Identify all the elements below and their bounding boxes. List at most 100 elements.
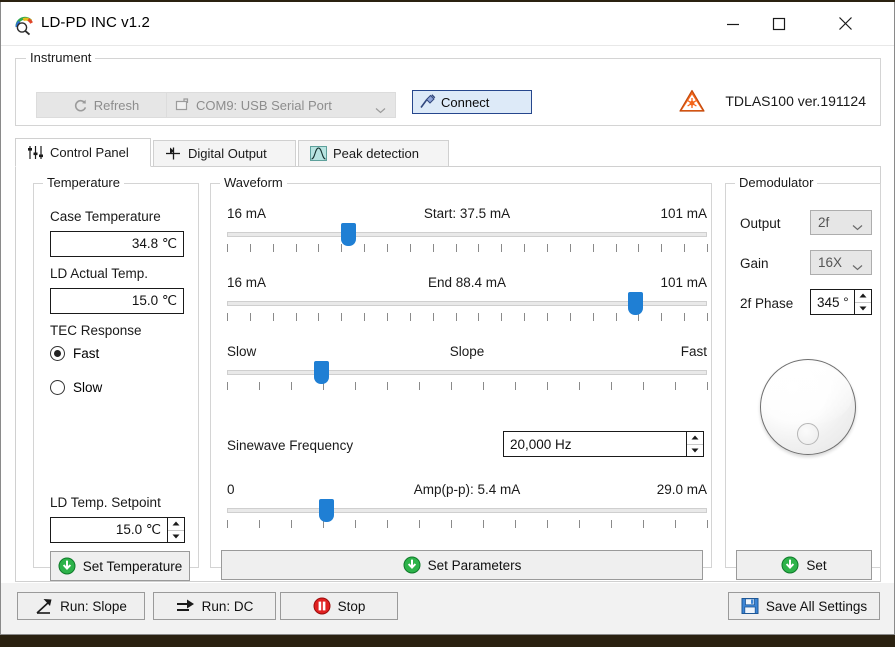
radio-unselected-icon xyxy=(50,380,65,395)
stepper-up-icon[interactable] xyxy=(687,432,703,445)
chevron-down-icon xyxy=(852,259,863,274)
tab-control-panel-label: Control Panel xyxy=(50,145,129,160)
radio-selected-icon xyxy=(50,346,65,361)
output-label: Output xyxy=(740,216,781,231)
end-slider-thumb[interactable] xyxy=(628,292,643,315)
download-green-icon xyxy=(58,557,76,575)
tab-digital-output[interactable]: Digital Output xyxy=(153,140,296,167)
start-slider-thumb[interactable] xyxy=(341,223,356,246)
minimize-icon[interactable] xyxy=(710,2,756,45)
output-select[interactable]: 2f xyxy=(810,210,872,235)
window-title: LD-PD INC v1.2 xyxy=(41,14,150,31)
peak-graph-icon xyxy=(310,146,327,161)
connect-button[interactable]: Connect xyxy=(412,90,532,114)
refresh-label: Refresh xyxy=(94,98,140,113)
application-window: LD-PD INC v1.2 Instrument Refresh xyxy=(0,2,895,635)
knob-gloss xyxy=(766,364,852,424)
title-bar: LD-PD INC v1.2 xyxy=(1,2,894,46)
arrow-right-dc-icon xyxy=(176,598,195,615)
stepper-down-icon[interactable] xyxy=(168,531,184,543)
set-temperature-button[interactable]: Set Temperature xyxy=(50,551,190,581)
demodulator-set-button[interactable]: Set xyxy=(736,550,872,580)
serial-port-value: COM9: USB Serial Port xyxy=(196,98,332,113)
phase-stepper[interactable] xyxy=(855,289,872,315)
end-current-slider[interactable]: 16 mA End 88.4 mA 101 mA xyxy=(227,275,707,323)
ld-temp-setpoint-label: LD Temp. Setpoint xyxy=(50,495,161,510)
chevron-down-icon xyxy=(852,219,863,234)
knob-indicator xyxy=(797,423,819,445)
waveform-legend: Waveform xyxy=(220,175,287,190)
sinewave-frequency-stepper[interactable] xyxy=(687,431,704,457)
tab-peak-detection[interactable]: Peak detection xyxy=(298,140,449,167)
demodulator-group: Demodulator Output 2f Gain 16X 2f Phase … xyxy=(725,183,881,568)
refresh-icon xyxy=(73,98,88,113)
sinewave-frequency-input[interactable]: 20,000 Hz xyxy=(503,431,687,457)
start-slider-ticks xyxy=(227,244,707,253)
slope-slider[interactable]: Slow Slope Fast xyxy=(227,344,707,392)
stepper-down-icon[interactable] xyxy=(687,445,703,457)
amp-slider-track[interactable] xyxy=(227,508,707,513)
demodulator-legend: Demodulator xyxy=(735,175,817,190)
amp-slider-ticks xyxy=(227,520,707,529)
stop-button[interactable]: Stop xyxy=(280,592,398,620)
tec-response-radio-slow[interactable]: Slow xyxy=(50,380,102,395)
stepper-up-icon[interactable] xyxy=(168,518,184,531)
tab-strip: Control Panel Digital Output Peak detect… xyxy=(15,140,881,167)
start-slider-track[interactable] xyxy=(227,232,707,237)
sinewave-frequency-label: Sinewave Frequency xyxy=(227,438,353,453)
chevron-down-icon xyxy=(375,102,386,117)
ld-actual-temp-label: LD Actual Temp. xyxy=(50,266,148,281)
tab-peak-detection-label: Peak detection xyxy=(333,146,419,161)
stepper-up-icon[interactable] xyxy=(855,290,871,303)
instrument-panel: Instrument Refresh COM9: USB Serial Port xyxy=(15,58,881,126)
plug-icon xyxy=(419,94,436,110)
slope-slider-ticks xyxy=(227,382,707,391)
slope-value-label: Slope xyxy=(450,344,485,359)
phase-input[interactable]: 345 ° xyxy=(810,289,855,315)
phase-knob[interactable] xyxy=(760,359,856,455)
bottom-toolbar: Run: Slope Run: DC Stop xyxy=(1,583,894,634)
gain-label: Gain xyxy=(740,256,769,271)
download-green-icon xyxy=(781,556,799,574)
slope-slider-track[interactable] xyxy=(227,370,707,375)
ld-temp-setpoint-stepper[interactable] xyxy=(168,517,185,543)
instrument-legend: Instrument xyxy=(26,50,95,65)
tab-control-panel[interactable]: Control Panel xyxy=(15,138,151,167)
start-min-label: 16 mA xyxy=(227,206,266,221)
connect-label: Connect xyxy=(441,95,489,110)
serial-port-select[interactable]: COM9: USB Serial Port xyxy=(166,92,396,118)
case-temperature-label: Case Temperature xyxy=(50,209,161,224)
tec-response-radio-fast[interactable]: Fast xyxy=(50,346,99,361)
stop-label: Stop xyxy=(338,599,366,614)
run-dc-button[interactable]: Run: DC xyxy=(153,592,276,620)
save-all-settings-label: Save All Settings xyxy=(766,599,867,614)
pause-stop-icon xyxy=(313,597,331,615)
run-slope-label: Run: Slope xyxy=(60,599,127,614)
gain-select[interactable]: 16X xyxy=(810,250,872,275)
end-min-label: 16 mA xyxy=(227,275,266,290)
start-max-label: 101 mA xyxy=(660,206,707,221)
stepper-down-icon[interactable] xyxy=(855,303,871,315)
end-max-label: 101 mA xyxy=(660,275,707,290)
set-parameters-label: Set Parameters xyxy=(428,558,522,573)
set-parameters-button[interactable]: Set Parameters xyxy=(221,550,703,580)
amp-slider-thumb[interactable] xyxy=(319,499,334,522)
start-current-slider[interactable]: 16 mA Start: 37.5 mA 101 mA xyxy=(227,206,707,254)
floppy-save-icon xyxy=(741,597,759,615)
ld-temp-setpoint-input[interactable]: 15.0 ℃ xyxy=(50,517,168,543)
phase-label: 2f Phase xyxy=(740,296,793,311)
run-slope-button[interactable]: Run: Slope xyxy=(17,592,145,620)
tec-response-label: TEC Response xyxy=(50,323,142,338)
gain-value: 16X xyxy=(818,255,842,270)
close-icon[interactable] xyxy=(822,2,868,45)
tec-response-slow-label: Slow xyxy=(73,380,102,395)
firmware-version-label: TDLAS100 ver.191124 xyxy=(725,93,866,109)
maximize-icon[interactable] xyxy=(756,2,802,45)
save-all-settings-button[interactable]: Save All Settings xyxy=(728,592,880,620)
tec-response-fast-label: Fast xyxy=(73,346,99,361)
tab-digital-output-label: Digital Output xyxy=(188,146,267,161)
port-icon xyxy=(175,98,190,112)
refresh-button[interactable]: Refresh xyxy=(36,92,176,118)
slope-slider-thumb[interactable] xyxy=(314,361,329,384)
amplitude-slider[interactable]: 0 Amp(p-p): 5.4 mA 29.0 mA xyxy=(227,482,707,530)
